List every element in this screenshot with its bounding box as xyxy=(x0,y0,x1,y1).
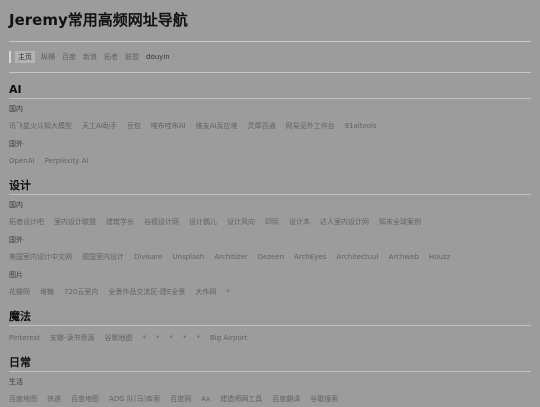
nav-link-4[interactable]: 拓者 xyxy=(104,52,118,62)
site-link[interactable]: 达人室内设计网 xyxy=(320,218,369,230)
site-link[interactable]: 豆包 xyxy=(127,122,141,134)
link-row-0-1: OpenAI Perplexity AI xyxy=(9,149,531,169)
site-link[interactable]: 花瓣网 xyxy=(9,288,30,300)
site-link[interactable]: 设计鹦儿 xyxy=(189,218,217,230)
site-link[interactable]: 百度地图 xyxy=(9,395,37,407)
nav-link-3[interactable]: 新浪 xyxy=(83,52,97,62)
site-link[interactable]: * xyxy=(226,288,230,300)
site-link[interactable]: Architizer xyxy=(214,253,247,265)
site-link[interactable]: 设计本 xyxy=(289,218,310,230)
site-link[interactable]: 91aitools xyxy=(345,122,377,134)
link-row-2-0: Pinterest 安娜-读书资源 谷歌地图 * * * * * Big Airport xyxy=(9,326,531,346)
site-link[interactable]: 知末全球案例 xyxy=(379,218,421,230)
subsection-title-1-2: 图片 xyxy=(9,271,23,279)
site-link[interactable]: 谷歌地图 xyxy=(104,334,132,346)
site-link[interactable]: 室内设计联盟 xyxy=(54,218,96,230)
site-link[interactable]: 拓者设计吧 xyxy=(9,218,44,230)
section-title-2: 魔法 xyxy=(9,300,531,326)
site-link[interactable]: OpenAI xyxy=(9,157,35,169)
site-link[interactable]: 网易见外工作台 xyxy=(286,122,335,134)
top-nav: 主页 纵横 百度 新浪 拓者 联盟 douyin xyxy=(9,42,531,72)
subsection-title-0-0: 国内 xyxy=(9,105,23,113)
site-link[interactable]: Perplexity AI xyxy=(45,157,89,169)
site-link[interactable]: 谷歌搜索 xyxy=(310,395,338,407)
site-link[interactable]: ArchEyes xyxy=(294,253,326,265)
site-link[interactable]: 印际 xyxy=(265,218,279,230)
nav-link-0[interactable]: 主页 xyxy=(15,51,35,63)
subsection-title-1-0: 国内 xyxy=(9,201,23,209)
nav-link-6[interactable]: douyin xyxy=(146,52,170,62)
site-link[interactable]: 谷德设计网 xyxy=(144,218,179,230)
site-link[interactable]: 安娜-读书资源 xyxy=(50,334,95,346)
site-link[interactable]: * xyxy=(142,334,146,346)
nav-link-2[interactable]: 百度 xyxy=(62,52,76,62)
subsection-title-1-1: 国外 xyxy=(9,236,23,244)
section-title-1: 设计 xyxy=(9,169,531,195)
site-link[interactable]: 百度网 xyxy=(170,395,191,407)
link-row-1-2: 花瓣网 堆糖 720云室内 全景作品交流区-建E全景 大作网 * xyxy=(9,280,531,300)
site-link[interactable]: 全景作品交流区-建E全景 xyxy=(108,288,185,300)
site-link[interactable]: 建造师网工具 xyxy=(220,395,262,407)
link-row-3-0: 百度地图 快递 百度地图 ADG 队(马)库索 百度网 Ax 建造师网工具 百度翻译 谷歌搜索 xyxy=(9,387,531,407)
site-link[interactable]: Big Airport xyxy=(210,334,247,346)
section-title-3: 日常 xyxy=(9,346,531,372)
nav-link-5[interactable]: 联盟 xyxy=(125,52,139,62)
site-link[interactable]: 大作网 xyxy=(195,288,216,300)
site-link[interactable]: 堆糖 xyxy=(40,288,54,300)
site-link[interactable]: Architectuul xyxy=(336,253,378,265)
page: Jeremy常用高频网址导航 主页 纵横 百度 新浪 拓者 联盟 douyin AI 国内 讯飞… xyxy=(0,0,540,405)
site-link[interactable]: Pinterest xyxy=(9,334,40,346)
site-link[interactable]: Unsplash xyxy=(172,253,204,265)
site-link[interactable]: 百度翻译 xyxy=(272,395,300,407)
site-link[interactable]: 天工AI助手 xyxy=(82,122,117,134)
nav-link-1[interactable]: 纵横 xyxy=(41,52,55,62)
top-nav-list: 主页 纵横 百度 新浪 拓者 联盟 douyin xyxy=(9,51,177,63)
site-link[interactable]: 快递 xyxy=(47,395,61,407)
site-link[interactable]: 唯布哇布AI xyxy=(151,122,186,134)
section-title-0: AI xyxy=(9,73,531,99)
site-title: Jeremy常用高频网址导航 xyxy=(9,11,188,29)
site-link[interactable]: 维友AI反应堆 xyxy=(196,122,238,134)
site-link[interactable]: Houzz xyxy=(429,253,450,265)
site-link[interactable]: Divisare xyxy=(134,253,162,265)
link-row-1-0: 拓者设计吧 室内设计联盟 建筑学长 谷德设计网 设计鹦儿 设计风向 印际 设计本 达人室内设计网… xyxy=(9,210,531,230)
site-link[interactable]: 美国室内设计中文网 xyxy=(9,253,72,265)
link-row-0-0: 讯飞星火认知大模型 天工AI助手 豆包 唯布哇布AI 维友AI反应堆 灵犀百通 网易见外工作… xyxy=(9,114,531,134)
subsection-title-0-1: 国外 xyxy=(9,140,23,148)
site-link[interactable]: * xyxy=(196,334,200,346)
site-link[interactable]: ADG 队(马)库索 xyxy=(109,395,160,407)
site-link[interactable]: 讯飞星火认知大模型 xyxy=(9,122,72,134)
sections-container: AI 国内 讯飞星火认知大模型 天工AI助手 豆包 唯布哇布AI 维友AI反应堆 灵犀百通 网易… xyxy=(9,73,531,407)
site-link[interactable]: Ax xyxy=(201,395,210,407)
site-link[interactable]: 灵犀百通 xyxy=(248,122,276,134)
site-link[interactable]: 设计风向 xyxy=(227,218,255,230)
link-row-1-1: 美国室内设计中文网 德国室内设计 Divisare Unsplash Architize… xyxy=(9,245,531,265)
site-link[interactable]: * xyxy=(183,334,187,346)
site-link[interactable]: Archweb xyxy=(389,253,419,265)
site-link[interactable]: 建筑学长 xyxy=(106,218,134,230)
subsection-title-3-0: 生活 xyxy=(9,378,23,386)
site-link[interactable]: 720云室内 xyxy=(64,288,98,300)
site-link[interactable]: 百度地图 xyxy=(71,395,99,407)
site-link[interactable]: * xyxy=(169,334,173,346)
site-link[interactable]: * xyxy=(156,334,160,346)
site-link[interactable]: Dezeen xyxy=(258,253,284,265)
site-link[interactable]: 德国室内设计 xyxy=(82,253,124,265)
